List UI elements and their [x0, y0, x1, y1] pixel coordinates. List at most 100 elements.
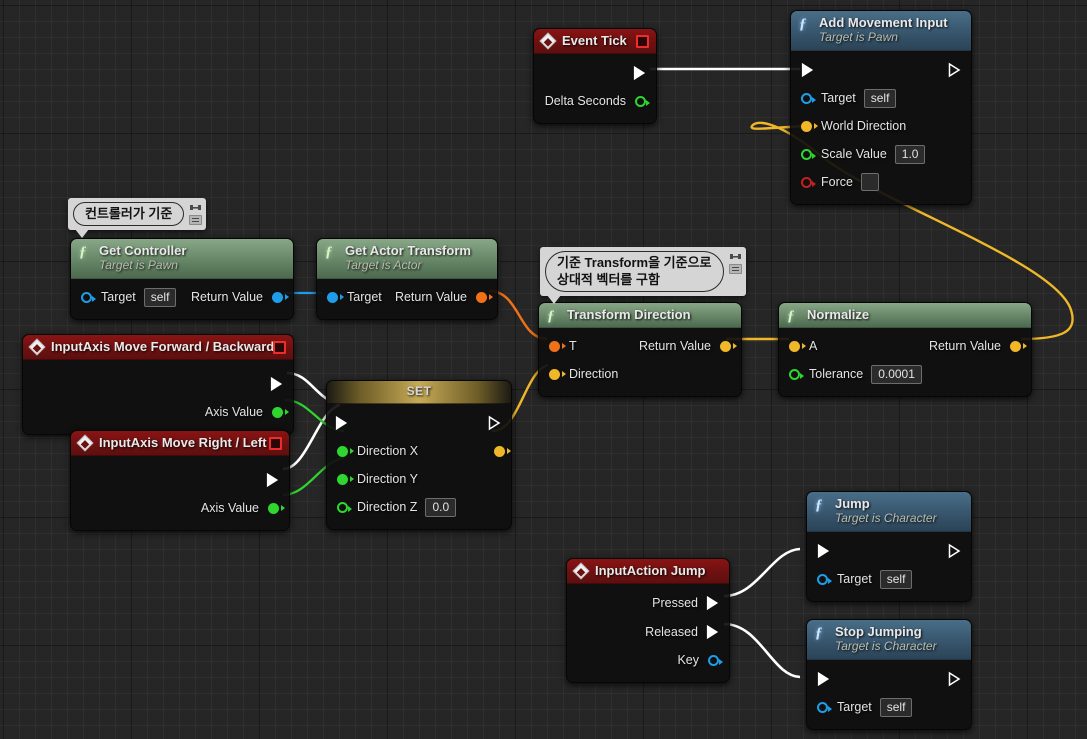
exec-output-pin[interactable] — [633, 65, 646, 81]
row-target[interactable]: Target self — [807, 565, 971, 593]
row-exec-out[interactable] — [71, 465, 289, 494]
row-a-return[interactable]: A Return Value — [779, 332, 1031, 360]
pin-target[interactable] — [327, 291, 344, 303]
comment-bubble-transform[interactable]: 기준 Transform을 기준으로 상대적 벡터를 구함 — [540, 247, 746, 304]
row-t-return[interactable]: T Return Value — [539, 332, 741, 360]
exec-output-pin[interactable] — [270, 376, 283, 392]
row-axis-value[interactable]: Axis Value — [23, 398, 293, 426]
exec-output-pin[interactable] — [948, 543, 961, 559]
row-pressed[interactable]: Pressed — [567, 588, 729, 617]
node-subtitle: Target is Pawn — [819, 30, 898, 44]
row-exec[interactable] — [807, 536, 971, 565]
exec-output-pin[interactable] — [948, 62, 961, 78]
value-tolerance[interactable]: 0.0001 — [871, 364, 922, 384]
row-exec[interactable] — [807, 664, 971, 693]
function-f-icon: ƒ — [787, 308, 795, 324]
pin-t[interactable] — [549, 340, 566, 352]
pin-a[interactable] — [789, 340, 806, 352]
row-target-return[interactable]: Target Return Value — [317, 283, 497, 311]
pin-world-direction[interactable] — [801, 120, 818, 132]
exec-output-pin[interactable] — [266, 472, 279, 488]
node-set-direction[interactable]: SET Direction X Direction Y Direction Z … — [326, 380, 512, 530]
pin-return-value[interactable] — [1010, 340, 1027, 352]
node-add-movement-input[interactable]: ƒ Add Movement Input Target is Pawn Targ… — [790, 10, 972, 205]
node-normalize[interactable]: ƒ Normalize A Return Value Tolerance 0.0… — [778, 302, 1032, 397]
exec-output-pin-released[interactable] — [706, 624, 719, 640]
blueprint-event-graph[interactable]: 컨트롤러가 기준 기준 Transform을 기준으로 상대적 벡터를 구함 E… — [0, 0, 1087, 739]
bubble-toggle-icon[interactable] — [189, 215, 203, 225]
pin-axis-value[interactable] — [268, 502, 285, 514]
pin-return-value[interactable] — [272, 291, 289, 303]
pin-icon[interactable] — [189, 202, 202, 213]
exec-output-pin-pressed[interactable] — [706, 595, 719, 611]
comment-bubble-controller[interactable]: 컨트롤러가 기준 — [68, 198, 207, 238]
pin-direction[interactable] — [549, 368, 566, 380]
row-key[interactable]: Key — [567, 646, 729, 674]
row-world-direction[interactable]: World Direction — [791, 112, 971, 140]
pin-key[interactable] — [708, 654, 723, 666]
pin-direction-x[interactable] — [337, 445, 354, 457]
stop-recording-icon[interactable] — [636, 35, 649, 48]
value-target[interactable]: self — [879, 569, 913, 589]
value-scale-value[interactable]: 1.0 — [894, 144, 926, 164]
row-scale-value[interactable]: Scale Value 1.0 — [791, 140, 971, 168]
pin-target[interactable] — [817, 573, 832, 585]
node-header: SET — [327, 381, 511, 404]
pin-return-value[interactable] — [720, 340, 737, 352]
pin-icon[interactable] — [729, 251, 742, 262]
row-force[interactable]: Force — [791, 168, 971, 196]
node-transform-direction[interactable]: ƒ Transform Direction T Return Value Dir… — [538, 302, 742, 397]
node-jump[interactable]: ƒ Jump Target is Character Target self — [806, 491, 972, 602]
stop-recording-icon[interactable] — [269, 437, 282, 450]
row-target-return[interactable]: Target self Return Value — [71, 283, 293, 311]
pin-set-output[interactable] — [494, 445, 511, 457]
row-exec[interactable] — [791, 55, 971, 84]
node-inputaction-jump[interactable]: InputAction Jump Pressed Released Key — [566, 558, 730, 683]
exec-output-pin[interactable] — [948, 671, 961, 687]
row-direction-x[interactable]: Direction X — [327, 437, 511, 465]
pin-target[interactable] — [801, 92, 816, 104]
node-event-tick[interactable]: Event Tick Delta Seconds — [533, 28, 657, 124]
pin-direction-y[interactable] — [337, 473, 354, 485]
value-target[interactable]: self — [879, 697, 913, 717]
node-get-actor-transform[interactable]: ƒ Get Actor Transform Target is Actor Ta… — [316, 238, 498, 320]
pin-target[interactable] — [817, 701, 832, 713]
row-exec[interactable] — [327, 408, 511, 437]
pin-label-target: Target — [837, 700, 872, 714]
bubble-toggle-icon[interactable] — [728, 264, 742, 274]
row-direction-y[interactable]: Direction Y — [327, 465, 511, 493]
node-inputaxis-move-right-left[interactable]: InputAxis Move Right / Left Axis Value — [70, 430, 290, 531]
stop-recording-icon[interactable] — [273, 341, 286, 354]
pin-axis-value[interactable] — [272, 406, 289, 418]
row-target[interactable]: Target self — [791, 84, 971, 112]
exec-input-pin[interactable] — [335, 415, 348, 431]
exec-input-pin[interactable] — [817, 671, 830, 687]
pin-scale-value[interactable] — [801, 148, 816, 160]
pin-direction-z[interactable] — [337, 501, 352, 513]
pin-force[interactable] — [801, 176, 816, 188]
row-exec-out[interactable] — [23, 369, 293, 398]
exec-input-pin[interactable] — [817, 543, 830, 559]
row-released[interactable]: Released — [567, 617, 729, 646]
row-axis-value[interactable]: Axis Value — [71, 494, 289, 522]
pin-return-value[interactable] — [476, 291, 493, 303]
pin-label-target: Target — [347, 290, 382, 304]
value-target[interactable]: self — [143, 287, 177, 307]
pin-tolerance[interactable] — [789, 368, 804, 380]
row-target[interactable]: Target self — [807, 693, 971, 721]
row-tolerance[interactable]: Tolerance 0.0001 — [779, 360, 1031, 388]
value-direction-z[interactable]: 0.0 — [425, 497, 457, 517]
value-force-checkbox[interactable] — [860, 173, 879, 191]
row-direction[interactable]: Direction — [539, 360, 741, 388]
row-direction-z[interactable]: Direction Z 0.0 — [327, 493, 511, 521]
exec-input-pin[interactable] — [801, 62, 814, 78]
node-inputaxis-move-forward-backward[interactable]: InputAxis Move Forward / Backward Axis V… — [22, 334, 294, 435]
value-target[interactable]: self — [863, 88, 897, 108]
pin-target[interactable] — [81, 291, 96, 303]
node-get-controller[interactable]: ƒ Get Controller Target is Pawn Target s… — [70, 238, 294, 320]
pin-delta-seconds[interactable] — [635, 95, 650, 107]
exec-output-pin[interactable] — [488, 415, 501, 431]
node-stop-jumping[interactable]: ƒ Stop Jumping Target is Character Targe… — [806, 619, 972, 730]
row-delta-seconds[interactable]: Delta Seconds — [534, 87, 656, 115]
row-exec-out[interactable] — [534, 58, 656, 87]
